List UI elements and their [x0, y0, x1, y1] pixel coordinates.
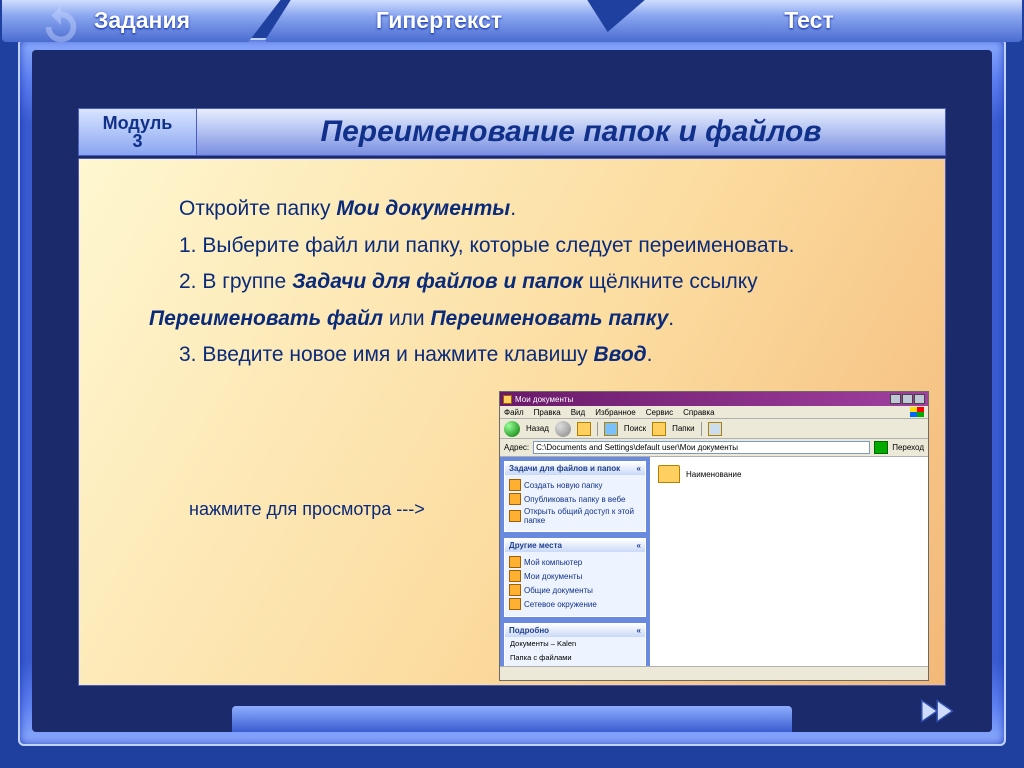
- menu-edit[interactable]: Правка: [534, 408, 561, 417]
- task-publish[interactable]: Опубликовать папку в вебе: [509, 492, 641, 506]
- step-1: 1. Выберите файл или папку, которые след…: [149, 230, 895, 263]
- details-line1: Документы – Kalen: [505, 637, 645, 651]
- tab-hypertext[interactable]: Гипертекст: [264, 0, 614, 42]
- tasks-panel: Задачи для файлов и папок Создать новую …: [504, 461, 646, 532]
- search-label: Поиск: [624, 424, 646, 433]
- place-shared[interactable]: Общие документы: [509, 583, 641, 597]
- menu-fav[interactable]: Избранное: [595, 408, 636, 417]
- step-2a: 2. В группе: [179, 270, 292, 293]
- go-button[interactable]: [874, 441, 888, 454]
- folder-name: Наименование: [686, 470, 741, 479]
- window-buttons: [890, 394, 925, 404]
- module-number: 3: [132, 132, 142, 150]
- folder-icon: [503, 395, 512, 404]
- explorer-window[interactable]: Мои документы Файл Правка Вид Избранное …: [499, 391, 929, 681]
- folder-icon: [658, 465, 680, 483]
- explorer-titlebar: Мои документы: [500, 392, 928, 406]
- search-icon[interactable]: [604, 422, 618, 436]
- go-label: Переход: [892, 443, 924, 452]
- step-3a: 3. Введите новое имя и нажмите клавишу: [179, 343, 594, 366]
- task-share[interactable]: Открыть общий доступ к этой папке: [509, 506, 641, 526]
- title-bar: Модуль 3 Переименование папок и файлов: [78, 108, 946, 156]
- click-hint: нажмите для просмотра --->: [189, 499, 425, 520]
- folders-label: Папки: [672, 424, 695, 433]
- tasks-header[interactable]: Задачи для файлов и папок: [505, 462, 645, 475]
- places-header[interactable]: Другие места: [505, 539, 645, 552]
- up-icon[interactable]: [577, 422, 591, 436]
- step-2-em2: Переименовать файл: [149, 307, 383, 330]
- details-line3: Изменён: 13 апреля 2007 г., 13:58: [505, 665, 645, 667]
- menu-help[interactable]: Справка: [683, 408, 714, 417]
- content-panel: Откройте папку Мои документы. 1. Выберит…: [78, 158, 946, 686]
- address-input[interactable]: [533, 441, 870, 454]
- minimize-button[interactable]: [890, 394, 901, 404]
- details-line2: Папка с файлами: [505, 651, 645, 665]
- explorer-menubar: Файл Правка Вид Избранное Сервис Справка: [500, 406, 928, 419]
- maximize-button[interactable]: [902, 394, 913, 404]
- explorer-statusbar: [500, 666, 928, 680]
- folder-item[interactable]: Наименование: [658, 465, 920, 483]
- explorer-toolbar: Назад Поиск Папки: [500, 419, 928, 439]
- task-new-folder[interactable]: Создать новую папку: [509, 478, 641, 492]
- address-label: Адрес:: [504, 443, 529, 452]
- top-tabs: Задания Гипертекст Тест: [0, 0, 1024, 42]
- place-network[interactable]: Сетевое окружение: [509, 597, 641, 611]
- step-2b: щёлкните ссылку: [583, 270, 758, 293]
- place-mydocs[interactable]: Мои документы: [509, 569, 641, 583]
- folders-icon[interactable]: [652, 422, 666, 436]
- back-button[interactable]: [504, 421, 520, 437]
- menu-tools[interactable]: Сервис: [646, 408, 673, 417]
- next-button[interactable]: [918, 696, 964, 726]
- menu-file[interactable]: Файл: [504, 408, 524, 417]
- explorer-sidepane: Задачи для файлов и папок Создать новую …: [500, 457, 650, 666]
- inner-frame: Модуль 3 Переименование папок и файлов О…: [32, 50, 992, 732]
- step-2-em3: Переименовать папку: [430, 307, 668, 330]
- step-2-em1: Задачи для файлов и папок: [292, 270, 583, 293]
- page-title: Переименование папок и файлов: [197, 115, 945, 149]
- back-label: Назад: [526, 424, 549, 433]
- step-2c: или: [383, 307, 430, 330]
- outer-frame: Модуль 3 Переименование папок и файлов О…: [18, 38, 1006, 746]
- details-panel: Подробно Документы – Kalen Папка с файла…: [504, 623, 646, 666]
- explorer-fileview[interactable]: Наименование: [650, 457, 928, 666]
- step-3-em: Ввод: [594, 343, 647, 366]
- instructions: Откройте папку Мои документы. 1. Выберит…: [149, 193, 895, 372]
- intro-prefix: Откройте папку: [179, 197, 336, 220]
- bottom-bevel: [232, 706, 792, 732]
- tab-test[interactable]: Тест: [596, 0, 1022, 42]
- place-computer[interactable]: Мой компьютер: [509, 555, 641, 569]
- refresh-icon[interactable]: [38, 4, 84, 50]
- module-badge: Модуль 3: [79, 109, 197, 155]
- explorer-body: Задачи для файлов и папок Создать новую …: [500, 457, 928, 666]
- explorer-title: Мои документы: [515, 395, 573, 404]
- intro-emph: Мои документы: [336, 197, 510, 220]
- details-header[interactable]: Подробно: [505, 624, 645, 637]
- explorer-addressbar: Адрес: Переход: [500, 439, 928, 457]
- module-label: Модуль: [103, 114, 173, 132]
- windows-flag-icon: [910, 407, 924, 417]
- menu-view[interactable]: Вид: [571, 408, 585, 417]
- views-icon[interactable]: [708, 422, 722, 436]
- forward-button[interactable]: [555, 421, 571, 437]
- close-button[interactable]: [914, 394, 925, 404]
- places-panel: Другие места Мой компьютер Мои документы…: [504, 538, 646, 617]
